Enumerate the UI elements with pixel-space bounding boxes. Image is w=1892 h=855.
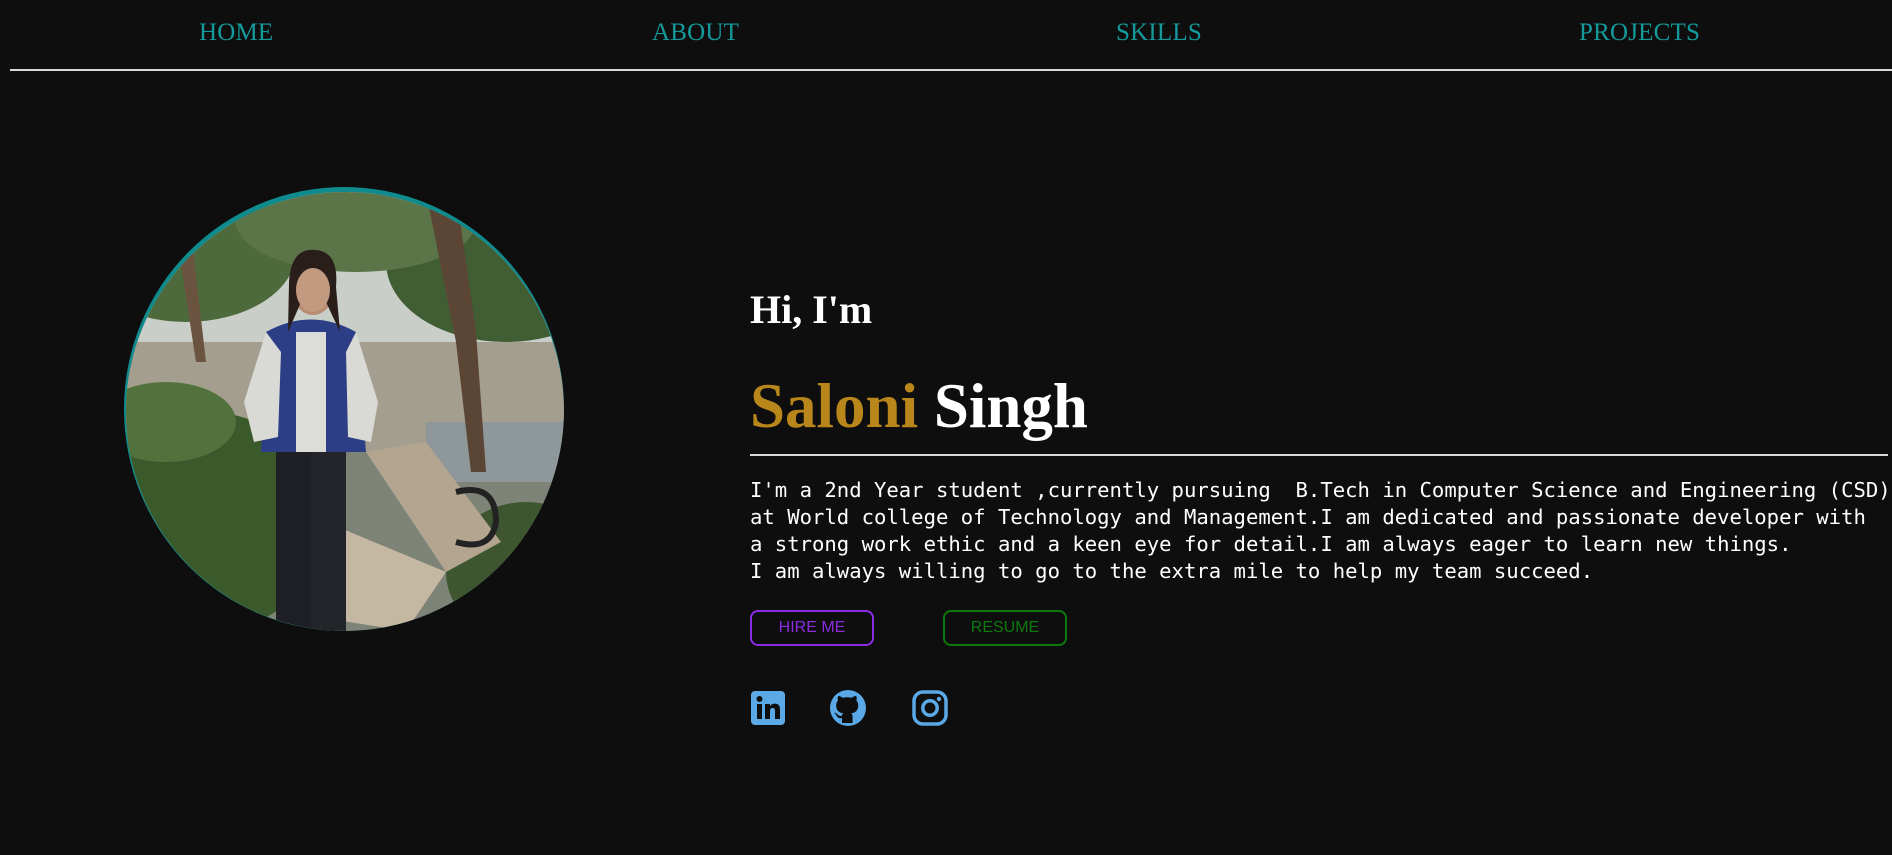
bio-line: at World college of Technology and Manag… [750,505,1866,529]
github-icon[interactable] [829,689,867,727]
nav-about[interactable]: ABOUT [652,19,739,47]
first-name: Saloni [750,371,919,441]
instagram-icon[interactable] [911,689,949,727]
nav-skills[interactable]: SKILLS [1116,19,1202,47]
top-nav: HOME ABOUT SKILLS PROJECTS [10,0,1892,71]
linkedin-icon[interactable] [749,689,787,727]
greeting-heading: Hi, I'm [750,287,873,332]
nav-home[interactable]: HOME [199,19,273,47]
resume-button[interactable]: RESUME [943,610,1067,646]
bio-line: a strong work ethic and a keen eye for d… [750,532,1792,556]
bio-line: I'm a 2nd Year student ,currently pursui… [750,478,1891,502]
profile-photo-frame [124,187,564,631]
hire-me-button[interactable]: HIRE ME [750,610,874,646]
profile-photo [126,192,564,631]
name-divider [750,454,1888,456]
bio-line: I am always willing to go to the extra m… [750,559,1594,583]
last-name: Singh [933,371,1088,441]
nav-projects[interactable]: PROJECTS [1579,19,1700,47]
bio-paragraph: I'm a 2nd Year student ,currently pursui… [750,477,1891,585]
name-heading: Saloni Singh [750,370,1088,442]
